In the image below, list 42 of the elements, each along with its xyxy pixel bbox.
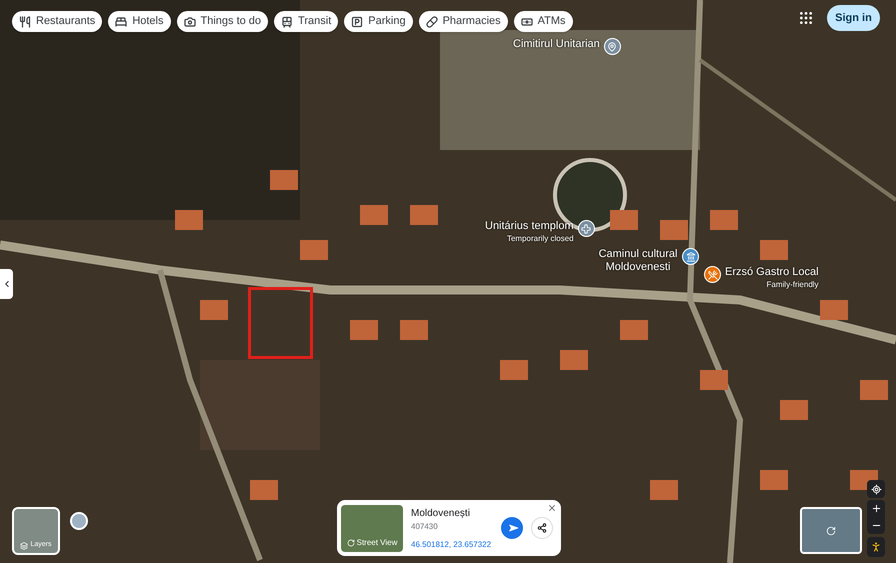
- sign-in-button[interactable]: Sign in: [827, 5, 880, 31]
- tram-icon: [281, 16, 294, 28]
- pill-icon: [426, 16, 438, 28]
- place-status: Family-friendly: [766, 279, 819, 291]
- pegman-icon: [870, 541, 882, 553]
- place-label[interactable]: Cimitirul Unitarian: [513, 38, 600, 51]
- pegman-button[interactable]: [867, 537, 885, 557]
- rotate-icon: [346, 538, 355, 546]
- street-view-thumbnail[interactable]: Street View: [341, 504, 403, 552]
- collapse-panel-tab[interactable]: [0, 269, 13, 299]
- selection-outline: [248, 287, 313, 359]
- postcode: 407430: [411, 520, 439, 532]
- category-chip[interactable]: Parking: [344, 11, 413, 32]
- my-location-button[interactable]: [867, 480, 885, 498]
- bed-icon: [115, 16, 128, 28]
- share-icon: [537, 523, 547, 533]
- place-label[interactable]: Caminul cultural Moldovenesti: [598, 248, 678, 274]
- close-icon[interactable]: [547, 503, 557, 513]
- camera-icon: [184, 16, 196, 28]
- rotate-icon: [826, 526, 836, 536]
- category-chip[interactable]: ATMs: [514, 11, 573, 32]
- locate-icon: [870, 484, 882, 494]
- banknote-icon: [520, 16, 533, 28]
- place-status: Temporarily closed: [506, 233, 574, 245]
- street-view-preview[interactable]: [800, 507, 862, 554]
- share-button[interactable]: [531, 517, 553, 539]
- place-label[interactable]: Erzsó Gastro Local: [725, 266, 819, 279]
- directions-button[interactable]: [501, 517, 523, 539]
- apps-grid-icon[interactable]: [798, 10, 814, 26]
- utensils-icon: [19, 16, 31, 28]
- place-title: Moldovenești: [411, 506, 471, 520]
- category-chip[interactable]: Pharmacies: [418, 11, 508, 32]
- layers-icon: [20, 542, 28, 550]
- category-chip[interactable]: Things to do: [176, 11, 268, 32]
- category-chip[interactable]: Transit: [274, 11, 338, 32]
- street-view-label: Street View: [346, 536, 398, 548]
- parking-icon: [351, 16, 364, 28]
- place-label[interactable]: Unitárius templom: [485, 220, 574, 233]
- zoom-in-icon[interactable]: [870, 503, 882, 514]
- category-chip[interactable]: Restaurants: [12, 11, 102, 32]
- coordinates-link[interactable]: 46.501812, 23.657322: [411, 538, 491, 550]
- category-chip[interactable]: Hotels: [108, 11, 170, 32]
